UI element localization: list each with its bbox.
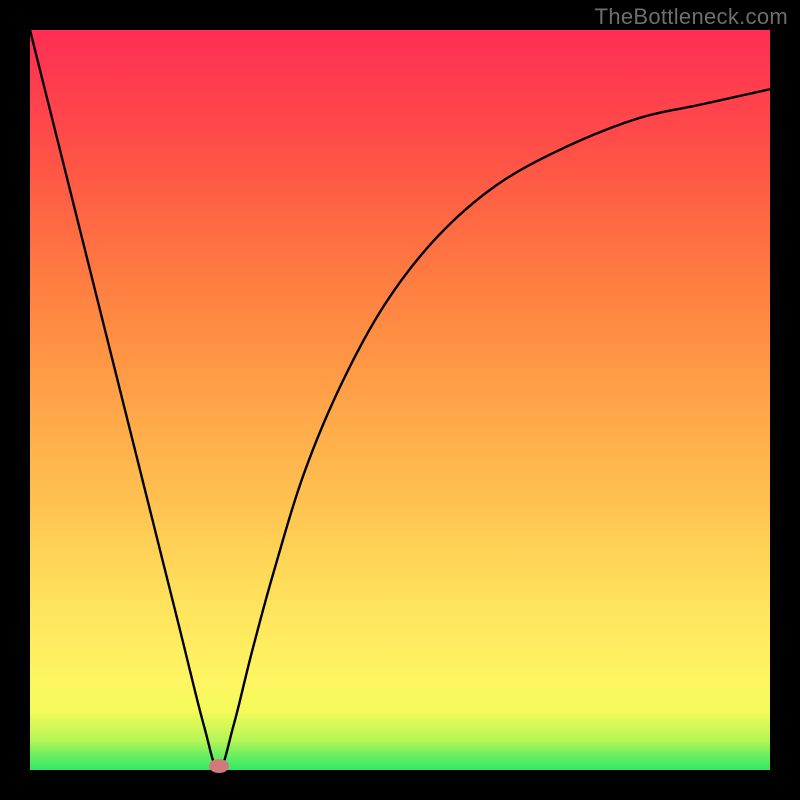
- minimum-marker: [209, 759, 229, 773]
- curve-layer: [30, 30, 770, 770]
- plot-area: [30, 30, 770, 770]
- watermark-text: TheBottleneck.com: [595, 4, 788, 30]
- chart-frame: TheBottleneck.com: [0, 0, 800, 800]
- bottleneck-curve: [30, 30, 770, 770]
